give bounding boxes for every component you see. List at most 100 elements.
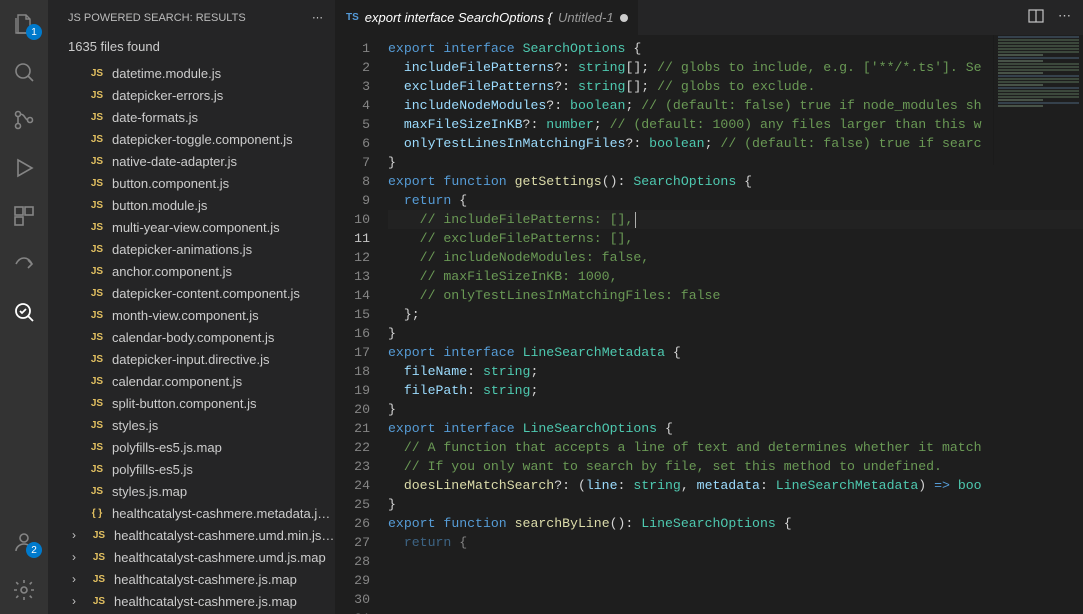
file-list[interactable]: JS datetime.module.js JS datepicker-errors.… bbox=[48, 62, 335, 614]
typescript-icon: TS bbox=[346, 12, 359, 23]
file-row[interactable]: JSsplit-button.component.js bbox=[58, 392, 335, 414]
file-name: styles.js bbox=[112, 418, 158, 433]
search-icon[interactable] bbox=[0, 52, 48, 92]
file-row[interactable]: JSdatepicker-toggle.component.js bbox=[58, 128, 335, 150]
file-row[interactable]: › JS healthcatalyst-cashmere.js.map bbox=[58, 590, 335, 612]
js-icon: JS bbox=[88, 376, 106, 387]
panel-header: JS POWERED SEARCH: RESULTS ⋯ bbox=[48, 0, 335, 35]
js-icon: JS bbox=[88, 200, 106, 211]
settings-gear-icon[interactable] bbox=[0, 570, 48, 610]
js-icon: JS bbox=[88, 90, 106, 101]
file-row[interactable]: JS datetime.module.js bbox=[58, 62, 335, 84]
file-row[interactable]: JSpolyfills-es5.js.map bbox=[58, 436, 335, 458]
share-icon[interactable] bbox=[0, 244, 48, 284]
chevron-right-icon: › bbox=[72, 594, 84, 608]
file-name: split-button.component.js bbox=[112, 396, 257, 411]
run-debug-icon[interactable] bbox=[0, 148, 48, 188]
files-found-label: 1635 files found bbox=[48, 35, 335, 62]
js-icon: JS bbox=[88, 134, 106, 145]
file-name: healthcatalyst-cashmere.umd.min.js… bbox=[114, 528, 334, 543]
code-content[interactable]: export interface SearchOptions { include… bbox=[388, 35, 1083, 614]
js-icon: JS bbox=[88, 178, 106, 189]
file-row[interactable]: JS datepicker-animations.js bbox=[58, 238, 335, 260]
dirty-indicator-icon bbox=[620, 14, 628, 22]
js-icon: JS bbox=[88, 266, 106, 277]
panel-title: JS POWERED SEARCH: RESULTS bbox=[68, 12, 246, 24]
js-icon: JS bbox=[88, 486, 106, 497]
file-row[interactable]: JS button.component.js bbox=[58, 172, 335, 194]
tab-filename: Untitled-1 bbox=[558, 10, 614, 25]
js-icon: JS bbox=[88, 354, 106, 365]
file-name: healthcatalyst-cashmere.js.map bbox=[114, 572, 297, 587]
chevron-right-icon: › bbox=[72, 572, 84, 586]
file-name: polyfills-es5.js bbox=[112, 462, 193, 477]
file-row[interactable]: JS button.module.js bbox=[58, 194, 335, 216]
editor-tab[interactable]: TS export interface SearchOptions { Unti… bbox=[336, 0, 639, 35]
minimap[interactable] bbox=[993, 35, 1083, 165]
accounts-badge: 2 bbox=[26, 542, 42, 558]
source-control-icon[interactable] bbox=[0, 100, 48, 140]
file-row[interactable]: JSnative-date-adapter.js bbox=[58, 150, 335, 172]
file-row[interactable]: JSstyles.js bbox=[58, 414, 335, 436]
tab-title: export interface SearchOptions { bbox=[365, 10, 552, 25]
file-name: healthcatalyst-cashmere.metadata.j… bbox=[112, 506, 330, 521]
file-row[interactable]: JSpolyfills-es5.js bbox=[58, 458, 335, 480]
js-icon: JS bbox=[88, 244, 106, 255]
explorer-icon[interactable]: 1 bbox=[0, 4, 48, 44]
file-row[interactable]: JS date-formats.js bbox=[58, 106, 335, 128]
file-row[interactable]: JSmonth-view.component.js bbox=[58, 304, 335, 326]
file-name: healthcatalyst-cashmere.umd.js.map bbox=[114, 550, 326, 565]
explorer-badge: 1 bbox=[26, 24, 42, 40]
editor-more-icon[interactable]: ⋯ bbox=[1058, 8, 1071, 27]
accounts-icon[interactable]: 2 bbox=[0, 522, 48, 562]
file-row[interactable]: JScalendar-body.component.js bbox=[58, 326, 335, 348]
js-icon: JS bbox=[90, 530, 108, 541]
file-row[interactable]: › JS healthcatalyst-cashmere.umd.min.js… bbox=[58, 524, 335, 546]
powered-search-icon[interactable] bbox=[0, 292, 48, 332]
js-icon: JS bbox=[88, 442, 106, 453]
file-name: month-view.component.js bbox=[112, 308, 259, 323]
file-row[interactable]: JS datepicker-errors.js bbox=[58, 84, 335, 106]
file-row[interactable]: JS datepicker-input.directive.js bbox=[58, 348, 335, 370]
js-icon: JS bbox=[88, 112, 106, 123]
split-editor-icon[interactable] bbox=[1028, 8, 1044, 27]
file-name: healthcatalyst-cashmere.js.map bbox=[114, 594, 297, 609]
js-icon: JS bbox=[90, 552, 108, 563]
editor-area: TS export interface SearchOptions { Unti… bbox=[336, 0, 1083, 614]
file-name: datepicker-content.component.js bbox=[112, 286, 300, 301]
text-cursor bbox=[635, 212, 636, 228]
js-icon: JS bbox=[88, 288, 106, 299]
json-icon: { } bbox=[88, 508, 106, 519]
js-icon: JS bbox=[88, 332, 106, 343]
chevron-right-icon: › bbox=[72, 528, 84, 542]
file-name: button.module.js bbox=[112, 198, 207, 213]
file-row[interactable]: { } healthcatalyst-cashmere.metadata.j… bbox=[58, 502, 335, 524]
file-row[interactable]: JS datepicker-content.component.js bbox=[58, 282, 335, 304]
file-name: calendar.component.js bbox=[112, 374, 242, 389]
line-gutter: 1234567891011121314151617181920212223242… bbox=[336, 35, 388, 614]
file-name: multi-year-view.component.js bbox=[112, 220, 280, 235]
file-name: styles.js.map bbox=[112, 484, 187, 499]
file-name: datetime.module.js bbox=[112, 66, 221, 81]
chevron-right-icon: › bbox=[72, 550, 84, 564]
file-row[interactable]: JS multi-year-view.component.js bbox=[58, 216, 335, 238]
file-row[interactable]: JS styles.js.map bbox=[58, 480, 335, 502]
file-name: datepicker-errors.js bbox=[112, 88, 223, 103]
activity-bar: 1 2 bbox=[0, 0, 48, 614]
side-panel: JS POWERED SEARCH: RESULTS ⋯ 1635 files … bbox=[48, 0, 336, 614]
extensions-icon[interactable] bbox=[0, 196, 48, 236]
file-row[interactable]: ›JShealthcatalyst-cashmere.js.map bbox=[58, 568, 335, 590]
js-icon: JS bbox=[88, 222, 106, 233]
code-area[interactable]: 1234567891011121314151617181920212223242… bbox=[336, 35, 1083, 614]
file-row[interactable]: JS calendar.component.js bbox=[58, 370, 335, 392]
tab-bar: TS export interface SearchOptions { Unti… bbox=[336, 0, 1083, 35]
file-name: date-formats.js bbox=[112, 110, 198, 125]
file-name: datepicker-animations.js bbox=[112, 242, 252, 257]
js-icon: JS bbox=[90, 596, 108, 607]
file-row[interactable]: JSanchor.component.js bbox=[58, 260, 335, 282]
js-icon: JS bbox=[88, 68, 106, 79]
file-name: datepicker-input.directive.js bbox=[112, 352, 270, 367]
file-row[interactable]: › JS healthcatalyst-cashmere.umd.js.map bbox=[58, 546, 335, 568]
file-name: button.component.js bbox=[112, 176, 229, 191]
panel-more-icon[interactable]: ⋯ bbox=[312, 11, 323, 24]
